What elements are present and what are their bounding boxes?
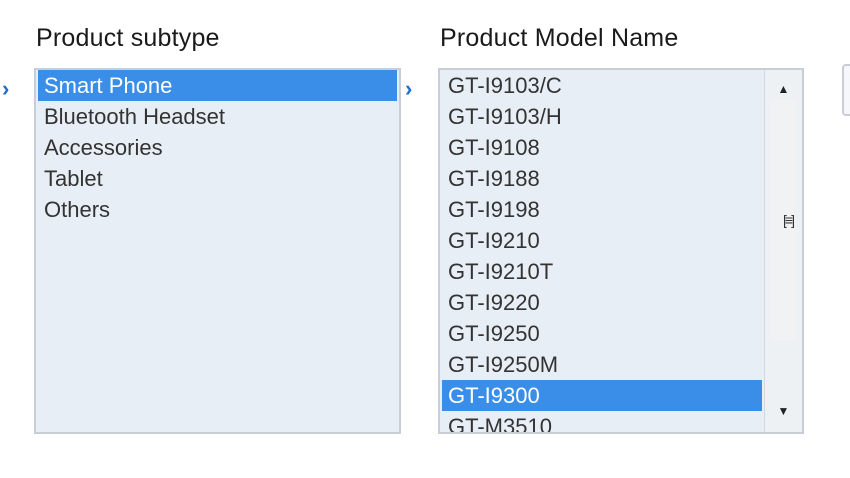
model-option[interactable]: GT-I9210T <box>442 256 762 287</box>
subtype-option[interactable]: Others <box>38 194 397 225</box>
model-option[interactable]: GT-I9250M <box>442 349 762 380</box>
product-subtype-label: Product subtype <box>36 24 220 52</box>
subtype-option[interactable]: Bluetooth Headset <box>38 101 397 132</box>
model-option[interactable]: GT-I9103/C <box>442 70 762 101</box>
model-option[interactable]: GT-I9108 <box>442 132 762 163</box>
product-model-name-label: Product Model Name <box>440 24 679 52</box>
scroll-grip-icon: [≡] <box>783 212 795 228</box>
model-option[interactable]: GT-I9250 <box>442 318 762 349</box>
product-subtype-listbox[interactable]: Smart Phone Bluetooth Headset Accessories T… <box>34 68 401 434</box>
model-option[interactable]: GT-I9300 <box>442 380 762 411</box>
product-model-listbox[interactable]: GT-I9103/C GT-I9103/H GT-I9108 GT-I9188 GT-I… <box>438 68 804 434</box>
model-option[interactable]: GT-M3510 <box>442 411 762 432</box>
chevron-right-icon: › <box>2 76 10 101</box>
model-option[interactable]: GT-I9210 <box>442 225 762 256</box>
subtype-option[interactable]: Smart Phone <box>38 70 397 101</box>
scroll-down-icon[interactable]: ▼ <box>765 398 802 424</box>
scroll-thumb[interactable]: [≡] <box>770 100 796 340</box>
model-list-scrollbar[interactable]: ▲ [≡] ▼ <box>764 70 802 432</box>
model-option[interactable]: GT-I9220 <box>442 287 762 318</box>
subtype-option[interactable]: Tablet <box>38 163 397 194</box>
model-option[interactable]: GT-I9188 <box>442 163 762 194</box>
partial-button[interactable] <box>842 64 850 116</box>
chevron-right-icon: › <box>405 76 413 101</box>
model-option[interactable]: GT-I9198 <box>442 194 762 225</box>
scroll-up-icon[interactable]: ▲ <box>765 76 802 102</box>
product-selector: Product subtype Product Model Name › › S… <box>0 0 850 478</box>
subtype-option[interactable]: Accessories <box>38 132 397 163</box>
model-option[interactable]: GT-I9103/H <box>442 101 762 132</box>
product-model-options: GT-I9103/C GT-I9103/H GT-I9108 GT-I9188 GT-I… <box>440 70 764 432</box>
product-subtype-options: Smart Phone Bluetooth Headset Accessories T… <box>36 70 399 432</box>
